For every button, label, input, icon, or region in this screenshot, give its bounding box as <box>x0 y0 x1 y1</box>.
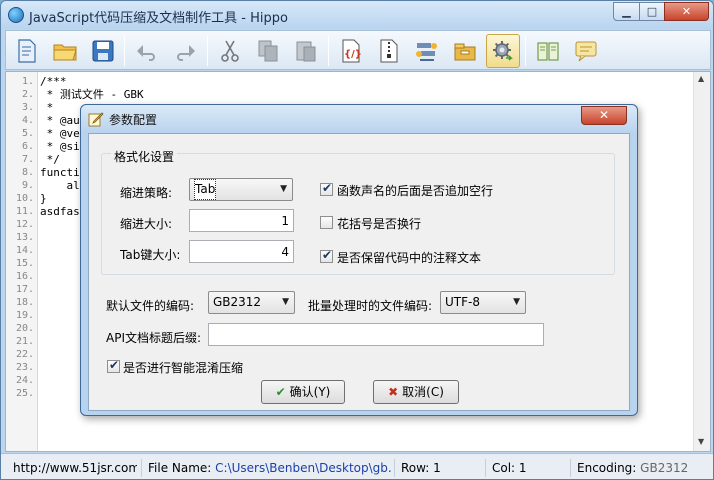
line-number: 18. <box>15 297 34 308</box>
indent-size-label: 缩进大小: <box>120 217 173 231</box>
tools-icon[interactable] <box>410 34 444 68</box>
vertical-scrollbar[interactable]: ▲ ▼ <box>693 72 710 451</box>
status-row: Row: 1 <box>394 459 484 477</box>
close-button[interactable]: ✕ <box>664 2 709 21</box>
batch-encoding-label: 批量处理时的文件编码: <box>308 299 433 313</box>
dialog-title-bar: 参数配置 ✕ <box>81 105 637 133</box>
batch-encoding-select[interactable]: UTF-8 ▼ <box>440 291 526 314</box>
api-suffix-label: API文档标题后缀: <box>106 331 202 345</box>
dialog-edit-icon <box>88 112 104 127</box>
line-number: 7. <box>21 154 34 165</box>
undo-icon[interactable] <box>130 34 164 68</box>
line-number: 23. <box>15 362 34 373</box>
line-number: 5. <box>21 128 34 139</box>
keep-comments-checkbox[interactable]: ✔ <box>320 248 333 263</box>
app-icon <box>8 7 24 23</box>
dialog-close-button[interactable]: ✕ <box>581 106 627 125</box>
line-number: 22. <box>15 349 34 360</box>
save-icon[interactable] <box>86 34 120 68</box>
minimize-button[interactable]: ▁ <box>613 2 640 21</box>
code-line[interactable]: * 测试文件 - GBK <box>40 88 690 101</box>
brace-newline-checkbox[interactable] <box>320 216 333 229</box>
line-number: 21. <box>15 336 34 347</box>
dialog-body: 格式化设置 缩进策略: Tab ▼ 缩进大小: Tab键大小: ✔ 函数声名的后… <box>88 133 630 411</box>
cancel-button[interactable]: ✖ 取消(C) <box>373 380 459 404</box>
scroll-down-icon[interactable]: ▼ <box>698 437 704 446</box>
keep-comments-label: 是否保留代码中的注释文本 <box>337 251 482 265</box>
folder-box-icon[interactable] <box>448 34 482 68</box>
indent-strategy-label: 缩进策略: <box>120 186 173 200</box>
maximize-button[interactable]: □ <box>639 2 665 21</box>
window-title: JavaScript代码压缩及文档制作工具 - Hippo <box>29 11 288 26</box>
compress-js-icon[interactable]: {/} <box>334 34 368 68</box>
svg-text:{/}: {/} <box>344 49 362 60</box>
tab-size-label: Tab键大小: <box>120 248 181 262</box>
status-filename: File Name: C:\Users\Benben\Desktop\gb.js <box>141 459 391 477</box>
func-blank-line-checkbox[interactable]: ✔ <box>320 181 333 196</box>
toolbar: {/} <box>5 30 711 70</box>
dialog-title: 参数配置 <box>109 113 158 127</box>
cancel-x-icon: ✖ <box>388 385 399 399</box>
line-number: 16. <box>15 271 34 282</box>
book-icon[interactable] <box>531 34 565 68</box>
line-number: 10. <box>15 193 34 204</box>
line-number: 15. <box>15 258 34 269</box>
api-suffix-input[interactable] <box>208 323 544 346</box>
line-number: 24. <box>15 375 34 386</box>
scroll-up-icon[interactable]: ▲ <box>698 74 704 83</box>
settings-dialog: 参数配置 ✕ 格式化设置 缩进策略: Tab ▼ 缩进大小: Tab键大小: ✔… <box>80 104 638 416</box>
line-number: 19. <box>15 310 34 321</box>
checkmark-icon: ✔ <box>322 248 333 262</box>
redo-icon[interactable] <box>168 34 202 68</box>
code-line[interactable]: /*** <box>40 75 690 88</box>
line-number: 13. <box>15 232 34 243</box>
line-number: 6. <box>21 141 34 152</box>
brace-newline-label: 花括号是否换行 <box>337 217 422 231</box>
ok-button[interactable]: ✔ 确认(Y) <box>261 380 345 404</box>
message-icon[interactable] <box>569 34 603 68</box>
new-document-icon[interactable] <box>10 34 44 68</box>
line-number: 3. <box>21 102 34 113</box>
checkmark-icon: ✔ <box>322 181 333 195</box>
chevron-down-icon: ▼ <box>282 297 289 307</box>
line-number: 1. <box>21 76 34 87</box>
line-number: 2. <box>21 89 34 100</box>
cut-icon[interactable] <box>213 34 247 68</box>
status-bar: http://www.51jsr.com File Name: C:\Users… <box>1 453 713 479</box>
tab-size-input[interactable] <box>189 240 294 263</box>
open-folder-icon[interactable] <box>48 34 82 68</box>
zip-file-icon[interactable] <box>372 34 406 68</box>
line-number: 11. <box>15 206 34 217</box>
func-blank-line-label: 函数声名的后面是否追加空行 <box>337 184 494 198</box>
line-number: 17. <box>15 284 34 295</box>
line-number: 14. <box>15 245 34 256</box>
chevron-down-icon: ▼ <box>280 184 287 194</box>
line-number: 8. <box>21 167 34 178</box>
line-number: 4. <box>21 115 34 126</box>
title-bar: JavaScript代码压缩及文档制作工具 - Hippo ▁ □ ✕ <box>1 1 713 29</box>
chevron-down-icon: ▼ <box>513 297 520 307</box>
indent-size-input[interactable] <box>189 209 294 232</box>
status-encoding: Encoding: GB2312 <box>570 459 710 477</box>
settings-gear-icon[interactable] <box>486 34 520 68</box>
checkmark-icon: ✔ <box>109 358 120 372</box>
default-encoding-label: 默认文件的编码: <box>106 299 195 313</box>
default-encoding-select[interactable]: GB2312 ▼ <box>208 291 295 314</box>
smart-obfuscate-label: 是否进行智能混淆压缩 <box>123 361 244 375</box>
status-website: http://www.51jsr.com <box>13 461 137 475</box>
smart-obfuscate-checkbox[interactable]: ✔ <box>107 358 120 373</box>
status-col: Col: 1 <box>485 459 568 477</box>
indent-strategy-select[interactable]: Tab ▼ <box>189 178 293 201</box>
line-number: 25. <box>15 388 34 399</box>
check-icon: ✔ <box>275 385 286 399</box>
paste-icon[interactable] <box>289 34 323 68</box>
line-number: 12. <box>15 219 34 230</box>
copy-icon[interactable] <box>251 34 285 68</box>
line-number: 9. <box>21 180 34 191</box>
format-settings-title: 格式化设置 <box>111 148 178 165</box>
line-number-gutter: 1. 2. 3. 4. 5. 6. 7. 8. 9. 10. 11. 12. 13. 14. 15. 16. 1… <box>6 72 38 451</box>
line-number: 20. <box>15 323 34 334</box>
